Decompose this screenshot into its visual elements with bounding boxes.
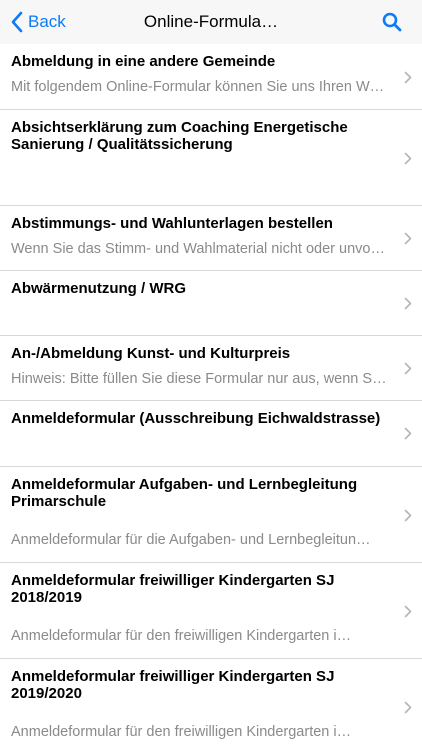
chevron-right-icon bbox=[404, 362, 412, 375]
list-item[interactable]: Anmeldeformular freiwilliger Kindergarte… bbox=[0, 563, 422, 659]
page-title: Online-Formula… bbox=[143, 12, 279, 31]
list-item[interactable]: An-/Abmeldung Kunst- und Kulturpreis Hin… bbox=[0, 336, 422, 401]
chevron-right-icon bbox=[404, 152, 412, 165]
chevron-right-icon bbox=[404, 701, 412, 714]
list-item-title: An-/Abmeldung Kunst- und Kulturpreis bbox=[11, 345, 291, 362]
chevron-right-icon bbox=[404, 232, 412, 245]
list-item-title: Abmeldung in eine andere Gemeinde bbox=[11, 53, 276, 70]
list-item-subtitle: Anmeldeformular für den freiwilligen Kin… bbox=[11, 628, 352, 644]
search-icon[interactable] bbox=[382, 12, 402, 32]
list-item-subtitle: Anmeldeformular für den freiwilligen Kin… bbox=[11, 724, 352, 740]
list-item-subtitle: Mit folgendem Online-Formular können Sie… bbox=[11, 79, 385, 95]
list-item-title: Anmeldeformular Aufgaben- und Lernbeglei… bbox=[11, 476, 358, 510]
list-item[interactable]: Abmeldung in eine andere Gemeinde Mit fo… bbox=[0, 44, 422, 110]
chevron-right-icon bbox=[404, 605, 412, 618]
chevron-right-icon bbox=[404, 71, 412, 84]
list-item-title: Absichtserklärung zum Coaching Energetis… bbox=[11, 119, 348, 153]
list-item-title: Anmeldeformular freiwilliger Kindergarte… bbox=[11, 668, 335, 702]
chevron-right-icon bbox=[404, 427, 412, 440]
chevron-right-icon bbox=[404, 297, 412, 310]
list-item[interactable]: Anmeldeformular freiwilliger Kindergarte… bbox=[0, 659, 422, 755]
list-item[interactable]: Absichtserklärung zum Coaching Energetis… bbox=[0, 110, 422, 206]
list-item-title: Abwärmenutzung / WRG bbox=[11, 280, 186, 297]
list-item-title: Abstimmungs- und Wahlunterlagen bestelle… bbox=[11, 215, 333, 232]
list-item-subtitle: Hinweis: Bitte füllen Sie diese Formular… bbox=[11, 371, 387, 387]
list-item-subtitle: Anmeldeformular für die Aufgaben- und Le… bbox=[11, 532, 371, 548]
list-item-title: Anmeldeformular freiwilliger Kindergarte… bbox=[11, 572, 335, 606]
list-item[interactable]: Anmeldeformular Aufgaben- und Lernbeglei… bbox=[0, 467, 422, 563]
chevron-right-icon bbox=[404, 509, 412, 522]
list-item-title: Anmeldeformular (Ausschreibung Eichwalds… bbox=[11, 410, 381, 427]
list-item[interactable]: Anmeldeformular (Ausschreibung Eichwalds… bbox=[0, 401, 422, 467]
list-item[interactable]: Abwärmenutzung / WRG bbox=[0, 271, 422, 336]
form-list: Abmeldung in eine andere Gemeinde Mit fo… bbox=[0, 44, 422, 755]
list-item-subtitle: Wenn Sie das Stimm- und Wahlmaterial nic… bbox=[11, 241, 387, 257]
list-item[interactable]: Abstimmungs- und Wahlunterlagen bestelle… bbox=[0, 206, 422, 271]
navigation-bar: Back Online-Formula… bbox=[0, 0, 422, 44]
